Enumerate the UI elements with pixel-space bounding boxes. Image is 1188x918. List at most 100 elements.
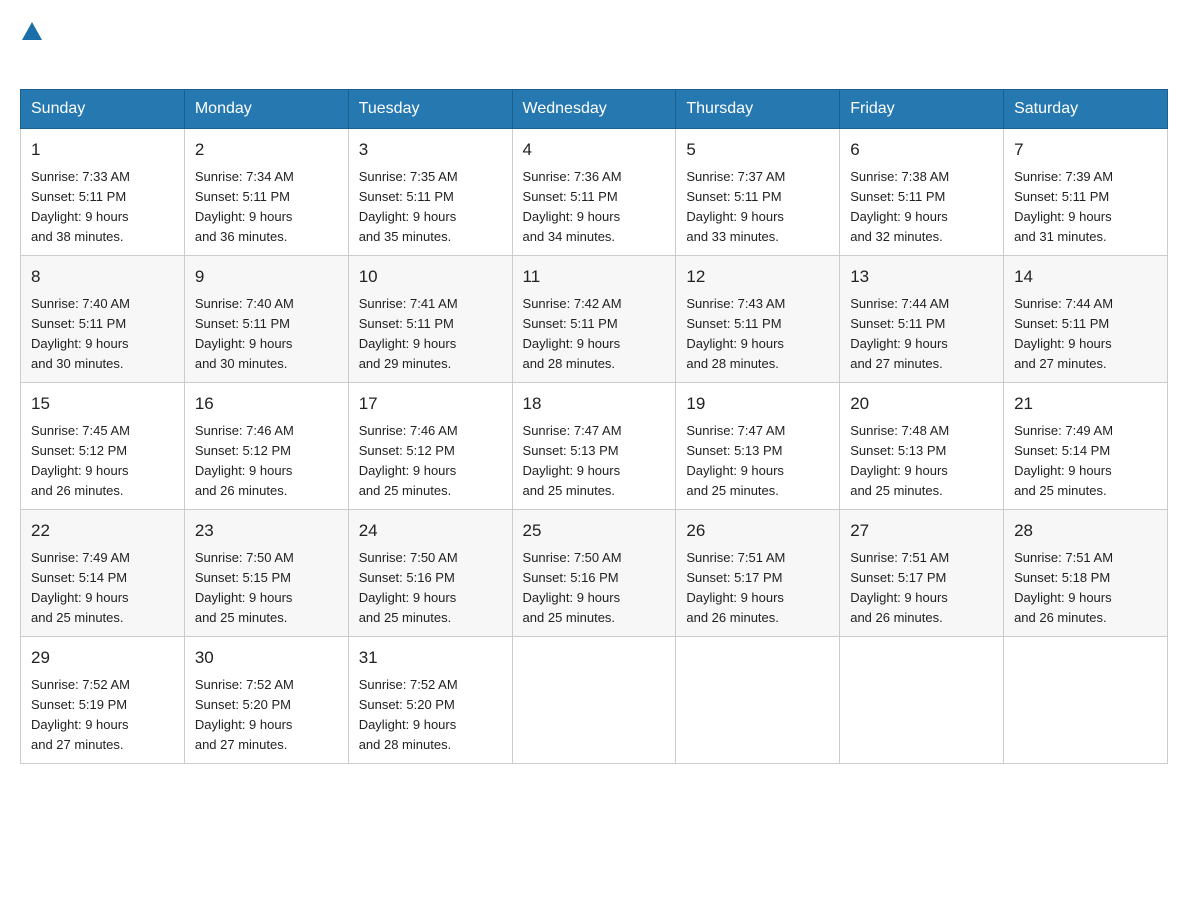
day-info: Sunrise: 7:49 AMSunset: 5:14 PMDaylight:… bbox=[31, 548, 174, 629]
day-info: Sunrise: 7:52 AMSunset: 5:20 PMDaylight:… bbox=[359, 675, 502, 756]
day-number: 11 bbox=[523, 264, 666, 290]
logo bbox=[20, 20, 42, 73]
calendar-cell: 3Sunrise: 7:35 AMSunset: 5:11 PMDaylight… bbox=[348, 129, 512, 256]
calendar-cell: 12 Sunrise: 7:43 AMSunset: 5:11 PMDayligh… bbox=[676, 256, 840, 383]
day-number: 3 bbox=[359, 137, 502, 163]
day-number: 29 bbox=[31, 645, 174, 671]
calendar-cell: 24 Sunrise: 7:50 AMSunset: 5:16 PMDayligh… bbox=[348, 510, 512, 637]
day-number: 23 bbox=[195, 518, 338, 544]
day-info: Sunrise: 7:34 AMSunset: 5:11 PMDaylight:… bbox=[195, 167, 338, 248]
logo-icon bbox=[20, 20, 42, 42]
day-info: Sunrise: 7:44 AMSunset: 5:11 PMDaylight:… bbox=[1014, 294, 1157, 375]
calendar-cell: 10 Sunrise: 7:41 AMSunset: 5:11 PMDayligh… bbox=[348, 256, 512, 383]
day-number: 19 bbox=[686, 391, 829, 417]
day-info: Sunrise: 7:40 AMSunset: 5:11 PMDaylight:… bbox=[195, 294, 338, 375]
calendar-cell: 18 Sunrise: 7:47 AMSunset: 5:13 PMDayligh… bbox=[512, 383, 676, 510]
day-info: Sunrise: 7:50 AMSunset: 5:16 PMDaylight:… bbox=[359, 548, 502, 629]
calendar-header-row: SundayMondayTuesdayWednesdayThursdayFrid… bbox=[21, 90, 1168, 129]
day-number: 2 bbox=[195, 137, 338, 163]
header-monday: Monday bbox=[184, 90, 348, 129]
day-info: Sunrise: 7:36 AMSunset: 5:11 PMDaylight:… bbox=[523, 167, 666, 248]
day-number: 1 bbox=[31, 137, 174, 163]
calendar-cell: 17 Sunrise: 7:46 AMSunset: 5:12 PMDayligh… bbox=[348, 383, 512, 510]
day-info: Sunrise: 7:39 AMSunset: 5:11 PMDaylight:… bbox=[1014, 167, 1157, 248]
calendar-cell: 22 Sunrise: 7:49 AMSunset: 5:14 PMDayligh… bbox=[21, 510, 185, 637]
day-number: 16 bbox=[195, 391, 338, 417]
day-number: 12 bbox=[686, 264, 829, 290]
header-thursday: Thursday bbox=[676, 90, 840, 129]
header-friday: Friday bbox=[840, 90, 1004, 129]
day-number: 30 bbox=[195, 645, 338, 671]
calendar-cell: 26 Sunrise: 7:51 AMSunset: 5:17 PMDayligh… bbox=[676, 510, 840, 637]
day-number: 14 bbox=[1014, 264, 1157, 290]
day-number: 5 bbox=[686, 137, 829, 163]
calendar-cell: 30 Sunrise: 7:52 AMSunset: 5:20 PMDayligh… bbox=[184, 637, 348, 764]
calendar-cell bbox=[1004, 637, 1168, 764]
page-header bbox=[20, 20, 1168, 73]
day-info: Sunrise: 7:42 AMSunset: 5:11 PMDaylight:… bbox=[523, 294, 666, 375]
day-number: 18 bbox=[523, 391, 666, 417]
calendar-cell: 25Sunrise: 7:50 AMSunset: 5:16 PMDayligh… bbox=[512, 510, 676, 637]
calendar-cell: 21Sunrise: 7:49 AMSunset: 5:14 PMDayligh… bbox=[1004, 383, 1168, 510]
day-number: 25 bbox=[523, 518, 666, 544]
calendar-cell: 27 Sunrise: 7:51 AMSunset: 5:17 PMDayligh… bbox=[840, 510, 1004, 637]
calendar-table: SundayMondayTuesdayWednesdayThursdayFrid… bbox=[20, 89, 1168, 764]
day-info: Sunrise: 7:52 AMSunset: 5:19 PMDaylight:… bbox=[31, 675, 174, 756]
calendar-cell bbox=[840, 637, 1004, 764]
day-info: Sunrise: 7:51 AMSunset: 5:17 PMDaylight:… bbox=[686, 548, 829, 629]
day-info: Sunrise: 7:37 AMSunset: 5:11 PMDaylight:… bbox=[686, 167, 829, 248]
calendar-cell: 8 Sunrise: 7:40 AMSunset: 5:11 PMDaylight… bbox=[21, 256, 185, 383]
calendar-week-row: 22 Sunrise: 7:49 AMSunset: 5:14 PMDayligh… bbox=[21, 510, 1168, 637]
day-info: Sunrise: 7:40 AMSunset: 5:11 PMDaylight:… bbox=[31, 294, 174, 375]
calendar-week-row: 8 Sunrise: 7:40 AMSunset: 5:11 PMDaylight… bbox=[21, 256, 1168, 383]
calendar-week-row: 29 Sunrise: 7:52 AMSunset: 5:19 PMDayligh… bbox=[21, 637, 1168, 764]
day-info: Sunrise: 7:48 AMSunset: 5:13 PMDaylight:… bbox=[850, 421, 993, 502]
day-info: Sunrise: 7:51 AMSunset: 5:17 PMDaylight:… bbox=[850, 548, 993, 629]
day-number: 8 bbox=[31, 264, 174, 290]
calendar-cell: 2 Sunrise: 7:34 AMSunset: 5:11 PMDaylight… bbox=[184, 129, 348, 256]
calendar-week-row: 1 Sunrise: 7:33 AMSunset: 5:11 PMDaylight… bbox=[21, 129, 1168, 256]
day-info: Sunrise: 7:47 AMSunset: 5:13 PMDaylight:… bbox=[686, 421, 829, 502]
day-number: 27 bbox=[850, 518, 993, 544]
day-number: 21 bbox=[1014, 391, 1157, 417]
calendar-cell: 4 Sunrise: 7:36 AMSunset: 5:11 PMDaylight… bbox=[512, 129, 676, 256]
day-info: Sunrise: 7:52 AMSunset: 5:20 PMDaylight:… bbox=[195, 675, 338, 756]
day-info: Sunrise: 7:44 AMSunset: 5:11 PMDaylight:… bbox=[850, 294, 993, 375]
header-wednesday: Wednesday bbox=[512, 90, 676, 129]
calendar-cell: 5 Sunrise: 7:37 AMSunset: 5:11 PMDaylight… bbox=[676, 129, 840, 256]
day-number: 24 bbox=[359, 518, 502, 544]
calendar-cell: 1 Sunrise: 7:33 AMSunset: 5:11 PMDaylight… bbox=[21, 129, 185, 256]
calendar-cell: 7 Sunrise: 7:39 AMSunset: 5:11 PMDaylight… bbox=[1004, 129, 1168, 256]
day-info: Sunrise: 7:51 AMSunset: 5:18 PMDaylight:… bbox=[1014, 548, 1157, 629]
header-saturday: Saturday bbox=[1004, 90, 1168, 129]
day-info: Sunrise: 7:50 AMSunset: 5:15 PMDaylight:… bbox=[195, 548, 338, 629]
calendar-cell: 29 Sunrise: 7:52 AMSunset: 5:19 PMDayligh… bbox=[21, 637, 185, 764]
day-number: 22 bbox=[31, 518, 174, 544]
day-number: 17 bbox=[359, 391, 502, 417]
day-info: Sunrise: 7:43 AMSunset: 5:11 PMDaylight:… bbox=[686, 294, 829, 375]
day-number: 10 bbox=[359, 264, 502, 290]
calendar-cell: 19 Sunrise: 7:47 AMSunset: 5:13 PMDayligh… bbox=[676, 383, 840, 510]
day-number: 9 bbox=[195, 264, 338, 290]
header-sunday: Sunday bbox=[21, 90, 185, 129]
day-number: 15 bbox=[31, 391, 174, 417]
calendar-cell: 28Sunrise: 7:51 AMSunset: 5:18 PMDayligh… bbox=[1004, 510, 1168, 637]
calendar-cell: 6Sunrise: 7:38 AMSunset: 5:11 PMDaylight… bbox=[840, 129, 1004, 256]
day-number: 26 bbox=[686, 518, 829, 544]
calendar-cell: 31Sunrise: 7:52 AMSunset: 5:20 PMDayligh… bbox=[348, 637, 512, 764]
day-number: 4 bbox=[523, 137, 666, 163]
day-number: 20 bbox=[850, 391, 993, 417]
day-number: 13 bbox=[850, 264, 993, 290]
day-info: Sunrise: 7:33 AMSunset: 5:11 PMDaylight:… bbox=[31, 167, 174, 248]
day-info: Sunrise: 7:41 AMSunset: 5:11 PMDaylight:… bbox=[359, 294, 502, 375]
day-info: Sunrise: 7:38 AMSunset: 5:11 PMDaylight:… bbox=[850, 167, 993, 248]
day-info: Sunrise: 7:46 AMSunset: 5:12 PMDaylight:… bbox=[195, 421, 338, 502]
calendar-cell: 16 Sunrise: 7:46 AMSunset: 5:12 PMDayligh… bbox=[184, 383, 348, 510]
day-info: Sunrise: 7:45 AMSunset: 5:12 PMDaylight:… bbox=[31, 421, 174, 502]
calendar-week-row: 15 Sunrise: 7:45 AMSunset: 5:12 PMDayligh… bbox=[21, 383, 1168, 510]
day-info: Sunrise: 7:47 AMSunset: 5:13 PMDaylight:… bbox=[523, 421, 666, 502]
day-number: 7 bbox=[1014, 137, 1157, 163]
day-info: Sunrise: 7:46 AMSunset: 5:12 PMDaylight:… bbox=[359, 421, 502, 502]
calendar-cell: 9 Sunrise: 7:40 AMSunset: 5:11 PMDaylight… bbox=[184, 256, 348, 383]
calendar-cell: 20 Sunrise: 7:48 AMSunset: 5:13 PMDayligh… bbox=[840, 383, 1004, 510]
